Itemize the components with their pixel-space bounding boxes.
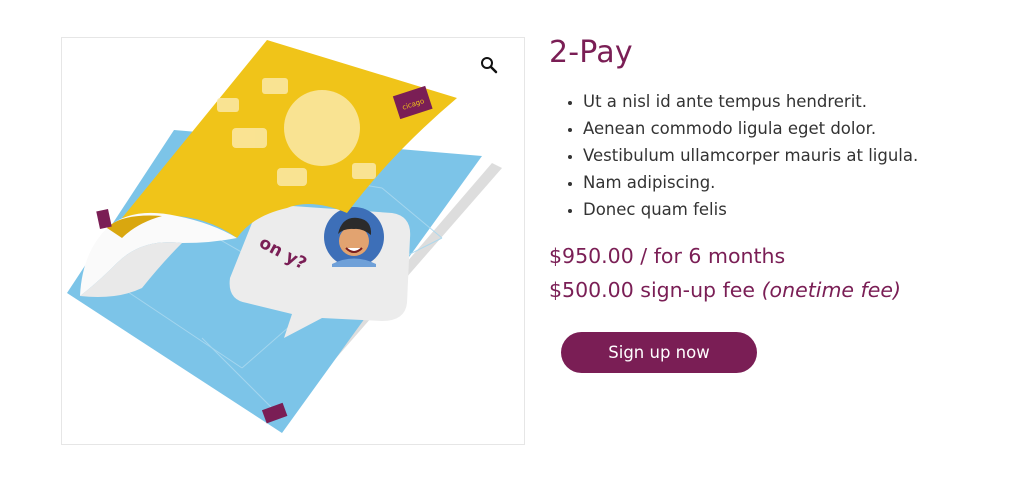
product-title: 2-Pay xyxy=(549,35,633,70)
price-text: $950.00 / for 6 months xyxy=(549,244,786,268)
list-item: Vestibulum ullamcorper mauris at ligula. xyxy=(583,142,1009,169)
list-item: Ut a nisl id ante tempus hendrerit. xyxy=(583,88,1009,115)
list-item: Donec quam felis xyxy=(583,196,1009,223)
list-item: Nam adipiscing. xyxy=(583,169,1009,196)
avatar-icon xyxy=(324,207,384,267)
signup-fee-note: (onetime fee) xyxy=(761,278,901,302)
zoom-button[interactable] xyxy=(480,56,508,84)
signup-fee-amount: $500.00 sign-up fee xyxy=(549,278,756,302)
list-item: Aenean commodo ligula eget dolor. xyxy=(583,115,1009,142)
sign-up-button[interactable]: Sign up now xyxy=(561,332,757,373)
brochure-illustration: on y? cicago xyxy=(67,40,502,433)
feature-list: Ut a nisl id ante tempus hendrerit. Aene… xyxy=(549,88,1009,223)
product-summary: 2-Pay Ut a nisl id ante tempus hendrerit… xyxy=(549,30,1009,373)
magnifier-icon xyxy=(481,57,498,74)
product-image-gallery[interactable]: on y? cicago xyxy=(61,37,525,445)
signup-fee-text: $500.00 sign-up fee (onetime fee) xyxy=(549,273,1009,307)
